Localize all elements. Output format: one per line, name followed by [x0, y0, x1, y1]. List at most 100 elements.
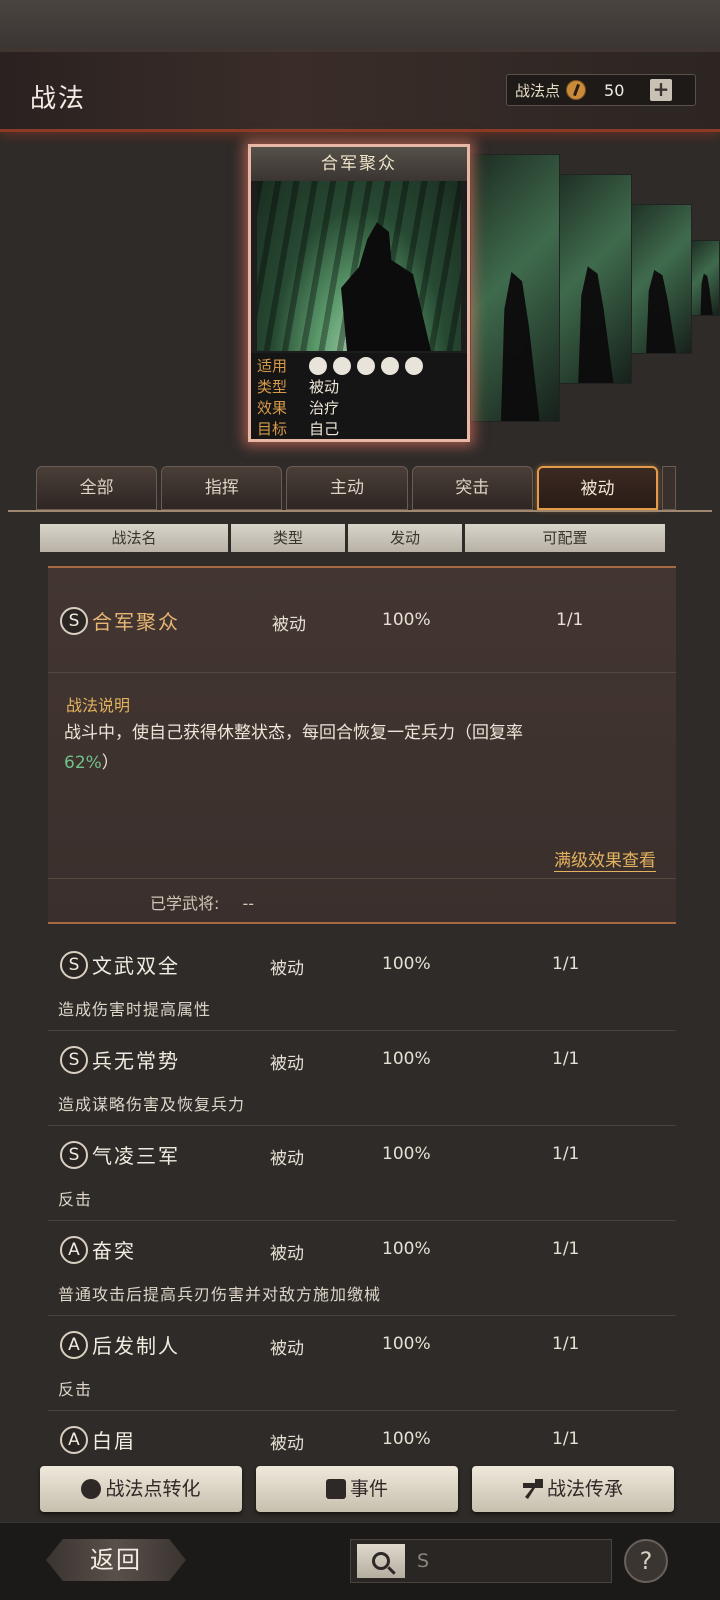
grade-badge: S	[60, 1045, 88, 1074]
event-button[interactable]: 事件	[256, 1466, 458, 1512]
grade-badge: S	[60, 606, 88, 635]
convert-points-button[interactable]: 战法点转化	[40, 1466, 242, 1512]
skill-type: 被动	[270, 1434, 304, 1454]
cavalry-icon	[309, 356, 327, 375]
learned-generals-label: 已学武将:	[150, 894, 220, 913]
card-info-row: 效果 治疗	[257, 397, 461, 418]
skill-rate: 100%	[382, 1429, 431, 1449]
skill-config: 1/1	[552, 954, 580, 974]
action-bar: 战法点转化 事件 战法传承	[40, 1466, 674, 1512]
troop-type-icons	[309, 356, 423, 375]
skill-config: 1/1	[552, 1429, 580, 1449]
skill-row[interactable]: S 文武双全 被动 100% 1/1 造成伤害时提高属性	[48, 936, 676, 1031]
skill-description-title: 战法说明	[66, 696, 131, 715]
card-info-panel: 适用 类型 被动 效果 治疗 目标 自己	[251, 353, 467, 439]
skill-rate: 100%	[382, 954, 431, 974]
skill-name-group: S 兵无常势	[60, 1045, 180, 1074]
grade-badge: S	[60, 950, 88, 979]
tab-active[interactable]: 主动	[286, 466, 408, 510]
flame-icon	[81, 1479, 102, 1499]
inherit-skill-button[interactable]: 战法传承	[472, 1466, 674, 1512]
skill-list[interactable]: S 合军聚众 被动 100% 1/1 战法说明 战斗中，使自己获得休整状态，每回…	[48, 566, 676, 1471]
learned-generals-value: --	[242, 894, 255, 913]
skill-name-group: S 气凌三军	[60, 1140, 180, 1169]
skill-row[interactable]: A 白眉 被动 100% 1/1	[48, 1411, 676, 1471]
card-info-key: 类型	[257, 378, 288, 396]
skill-config: 1/1	[552, 1239, 580, 1259]
list-column-header: 战法名 类型 发动 可配置	[40, 524, 665, 552]
selected-skill-card[interactable]: 合军聚众 适用 类型 被动 效果 治疗 目标 自己	[248, 144, 470, 442]
skill-name: 兵无常势	[92, 1049, 180, 1073]
card-info-key: 目标	[257, 420, 288, 438]
tab-passive[interactable]: 被动	[536, 466, 659, 510]
search-field[interactable]: S	[350, 1539, 612, 1583]
search-icon	[372, 1552, 390, 1570]
skill-rate: 100%	[382, 1144, 431, 1164]
search-input-value[interactable]: S	[417, 1550, 429, 1572]
skill-config: 1/1	[556, 610, 584, 630]
column-type[interactable]: 类型	[231, 524, 345, 552]
grade-badge: A	[60, 1330, 88, 1359]
skill-config: 1/1	[552, 1334, 580, 1354]
card-skill-name: 合军聚众	[251, 147, 467, 181]
back-button[interactable]: 返回	[46, 1539, 186, 1581]
card-info-key: 适用	[257, 357, 288, 375]
tab-all[interactable]: 全部	[36, 466, 158, 510]
bow-icon	[357, 356, 375, 375]
column-skill-name[interactable]: 战法名	[40, 524, 228, 552]
top-decor-band	[0, 0, 720, 52]
skill-rate: 100%	[382, 1334, 431, 1354]
help-button[interactable]: ?	[624, 1539, 668, 1583]
description-text: 战斗中，使自己获得休整状态，每回合恢复一定兵力（回复率	[64, 723, 523, 743]
skill-summary: 反击	[58, 1190, 93, 1209]
header-bar: 战法 战法点 50 +	[0, 52, 720, 132]
skill-description: 战斗中，使自己获得休整状态，每回合恢复一定兵力（回复率 62%）	[64, 718, 664, 778]
event-label: 事件	[349, 1478, 388, 1500]
tab-command[interactable]: 指挥	[161, 466, 283, 510]
column-trigger[interactable]: 发动	[348, 524, 462, 552]
skill-name-group: S 合军聚众	[60, 606, 180, 635]
skill-config: 1/1	[552, 1144, 580, 1164]
skill-summary: 造成伤害时提高属性	[58, 1000, 212, 1019]
skill-name: 奋突	[92, 1239, 136, 1263]
max-level-effect-link[interactable]: 满级效果查看	[554, 846, 656, 872]
expanded-skill-row[interactable]: S 合军聚众 被动 100% 1/1 战法说明 战斗中，使自己获得休整状态，每回…	[48, 566, 676, 924]
skill-points-value: 50	[604, 80, 625, 100]
column-configurable[interactable]: 可配置	[465, 524, 665, 552]
skill-type: 被动	[270, 1054, 304, 1074]
description-end: ）	[101, 753, 119, 773]
convert-points-label: 战法点转化	[105, 1478, 201, 1500]
skill-points-label: 战法点	[515, 81, 561, 100]
row-divider	[48, 878, 676, 879]
search-button[interactable]	[357, 1544, 405, 1578]
skill-type: 被动	[272, 615, 306, 635]
skill-name: 气凌三军	[92, 1144, 180, 1168]
skill-card-preview[interactable]	[550, 174, 632, 384]
skill-row[interactable]: S 气凌三军 被动 100% 1/1 反击	[48, 1126, 676, 1221]
skill-row[interactable]: S 兵无常势 被动 100% 1/1 造成谋略伤害及恢复兵力	[48, 1031, 676, 1126]
skill-row[interactable]: A 后发制人 被动 100% 1/1 反击	[48, 1316, 676, 1411]
footer-bar: 返回 S ?	[0, 1522, 720, 1600]
skill-type: 被动	[270, 1339, 304, 1359]
skill-card-preview[interactable]	[690, 240, 720, 316]
skill-rate: 100%	[382, 610, 431, 630]
skill-card-preview[interactable]	[622, 204, 692, 354]
skill-summary: 造成谋略伤害及恢复兵力	[58, 1095, 246, 1114]
skill-rate: 100%	[382, 1049, 431, 1069]
skill-card-carousel[interactable]: 合军聚众 适用 类型 被动 效果 治疗 目标 自己	[0, 132, 720, 452]
add-points-button[interactable]: +	[650, 79, 673, 101]
skill-point-icon	[566, 80, 587, 100]
skill-name: 白眉	[92, 1429, 136, 1453]
skill-type: 被动	[270, 1149, 304, 1169]
skill-card-preview[interactable]	[470, 154, 560, 422]
tab-overflow[interactable]	[662, 466, 677, 510]
tabs-divider	[8, 510, 712, 512]
grade-badge: S	[60, 1140, 88, 1169]
tab-assault[interactable]: 突击	[411, 466, 533, 510]
skill-points-box: 战法点 50 +	[506, 74, 696, 106]
skill-name: 后发制人	[92, 1334, 180, 1358]
card-info-row: 类型 被动	[257, 376, 461, 397]
spear-icon	[381, 356, 399, 375]
skill-row[interactable]: A 奋突 被动 100% 1/1 普通攻击后提高兵刃伤害并对敌方施加缴械	[48, 1221, 676, 1316]
skill-name: 文武双全	[92, 954, 180, 978]
